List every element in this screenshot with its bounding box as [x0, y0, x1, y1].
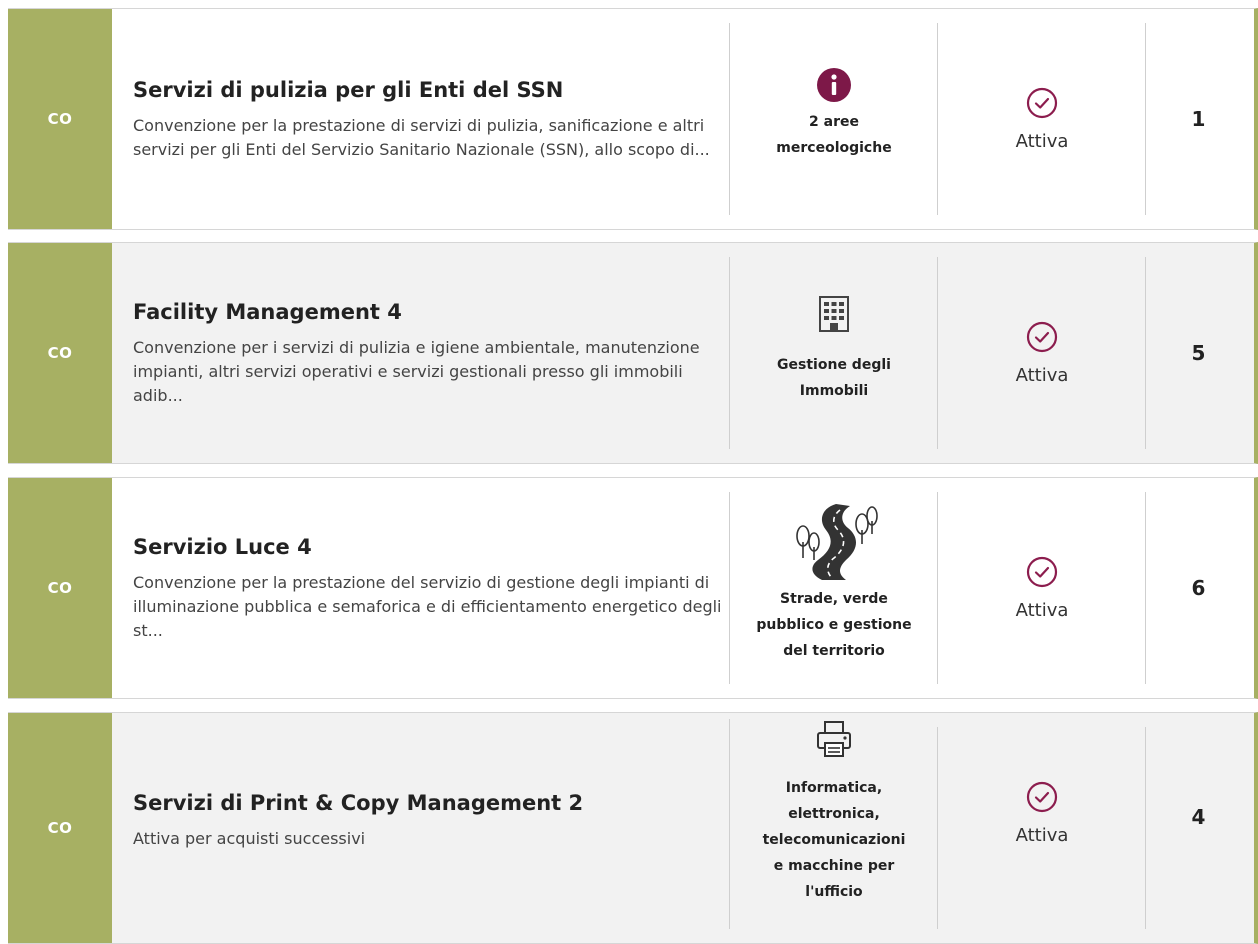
category-label: Informatica, elettronica, telecomunicazi…	[762, 780, 906, 900]
status-label: Attiva	[1015, 599, 1069, 621]
status-cell: Attiva	[937, 492, 1146, 684]
category-label: 2 aree merceologiche	[776, 114, 892, 156]
type-badge: CO	[8, 478, 112, 698]
card-title[interactable]: Facility Management 4	[133, 298, 737, 326]
category-label: Strade, verde pubblico e gestione del te…	[756, 591, 912, 659]
status-label: Attiva	[1015, 825, 1069, 846]
count-value: 1	[1191, 107, 1206, 131]
count-cell: 5	[1145, 257, 1251, 449]
card-description: Convenzione per la prestazione di serviz…	[133, 116, 710, 159]
initiative-card[interactable]: CO Facility Management 4 Convenzione per…	[8, 242, 1258, 464]
status-label: Attiva	[1015, 130, 1069, 152]
check-circle-icon	[1026, 321, 1058, 353]
status-cell: Attiva	[937, 727, 1146, 929]
category-label: Gestione degli Immobili	[777, 357, 891, 399]
category-cell: Gestione degli Immobili	[729, 257, 938, 449]
category-cell: 2 aree merceologiche	[729, 23, 938, 215]
card-body: Servizi di Print & Copy Management 2 Att…	[112, 713, 737, 943]
card-description: Convenzione per la prestazione del servi…	[133, 573, 722, 640]
initiative-card[interactable]: CO Servizio Luce 4 Convenzione per la pr…	[8, 477, 1258, 699]
type-badge: CO	[8, 243, 112, 463]
card-title[interactable]: Servizi di Print & Copy Management 2	[133, 789, 737, 817]
count-cell: 6	[1145, 492, 1251, 684]
initiative-card[interactable]: CO Servizi di Print & Copy Management 2 …	[8, 712, 1258, 944]
card-body: Servizio Luce 4 Convenzione per la prest…	[112, 478, 737, 698]
card-description: Convenzione per i servizi di pulizia e i…	[133, 338, 700, 405]
check-circle-icon	[1026, 556, 1058, 588]
card-description: Attiva per acquisti successivi	[133, 829, 366, 848]
count-cell: 4	[1145, 727, 1251, 929]
category-cell: Informatica, elettronica, telecomunicazi…	[729, 719, 938, 929]
info-icon	[816, 67, 852, 103]
check-circle-icon	[1026, 87, 1058, 119]
initiative-card[interactable]: CO Servizi di pulizia per gli Enti del S…	[8, 8, 1258, 230]
category-cell: Strade, verde pubblico e gestione del te…	[729, 492, 938, 684]
status-cell: Attiva	[937, 23, 1146, 215]
card-body: Facility Management 4 Convenzione per i …	[112, 243, 737, 463]
card-title[interactable]: Servizi di pulizia per gli Enti del SSN	[133, 76, 737, 104]
count-value: 5	[1191, 341, 1206, 365]
type-badge: CO	[8, 713, 112, 943]
status-cell: Attiva	[937, 257, 1146, 449]
building-icon	[817, 294, 851, 334]
road-trees-icon	[788, 502, 880, 582]
count-value: 6	[1191, 576, 1206, 600]
printer-icon	[814, 719, 854, 759]
status-label: Attiva	[1015, 364, 1069, 386]
count-cell: 1	[1145, 23, 1251, 215]
card-body: Servizi di pulizia per gli Enti del SSN …	[112, 9, 737, 229]
type-badge: CO	[8, 9, 112, 229]
count-value: 4	[1191, 805, 1206, 829]
card-title[interactable]: Servizio Luce 4	[133, 533, 737, 561]
check-circle-icon	[1026, 781, 1058, 813]
